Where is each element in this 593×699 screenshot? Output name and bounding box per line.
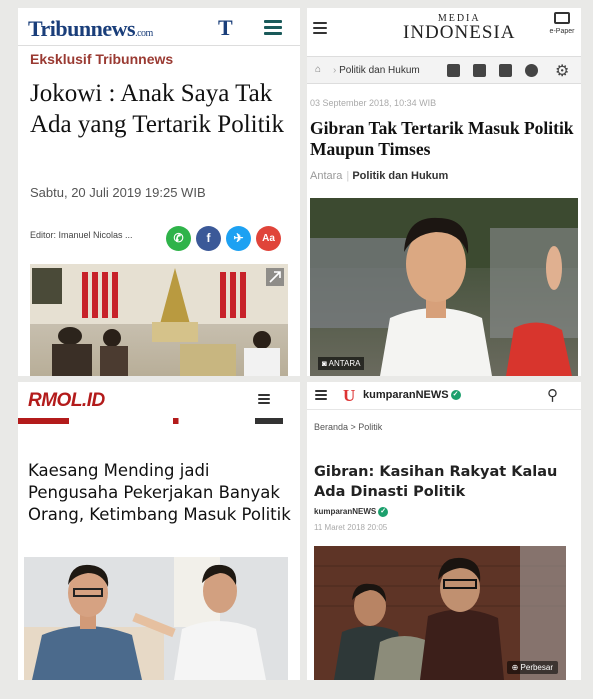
twitter-icon[interactable] [499,64,512,77]
kumparan-logo-icon[interactable]: U [343,386,355,406]
breadcrumb[interactable]: › Politik dan Hukum [333,65,420,76]
verified-icon: ✓ [450,390,461,401]
font-size-icon[interactable]: Aa [256,226,281,251]
category-link[interactable]: Politik dan Hukum [352,170,448,182]
menu-icon[interactable] [264,20,282,35]
menu-icon[interactable] [315,390,327,404]
article-source: Antara | Politik dan Hukum [310,170,449,182]
rmol-logo[interactable]: RMOL.ID [28,390,105,412]
facebook-icon[interactable]: f [196,226,221,251]
messenger-icon[interactable] [473,64,486,77]
epaper-button[interactable]: e-Paper [549,12,575,35]
breadcrumb-bar: ⌂ › Politik dan Hukum ⚙ [307,56,581,84]
rmol-article-panel: RMOL.ID Kaesang Mending jadi Pengusaha P… [18,382,300,680]
settings-icon[interactable]: ⚙ [555,61,569,81]
newspaper-icon [554,12,570,24]
article-author[interactable]: kumparanNEWS ✓ [314,507,389,517]
tribunnews-article-panel: Tribunnews.com T Eksklusif Tribunnews Jo… [18,8,300,376]
tribunnews-logo[interactable]: Tribunnews.com [28,16,153,42]
zoom-icon: ⊕ [511,663,519,672]
camera-icon: ◙ [322,359,327,368]
article-photo[interactable] [30,264,288,376]
tribunnews-header: Tribunnews.com T [18,8,300,46]
enlarge-photo-button[interactable]: ⊕ Perbesar [506,661,558,674]
mediaindonesia-logo[interactable]: MEDIA INDONESIA [403,12,515,42]
menu-icon[interactable] [313,22,327,36]
photo-credit: ◙ ANTARA [318,357,365,370]
kumparan-brand[interactable]: kumparanNEWS ✓ [363,389,461,401]
mediaindonesia-article-panel: MEDIA INDONESIA e-Paper ⌂ › Politik dan … [307,8,581,376]
article-date: Sabtu, 20 Juli 2019 19:25 WIB [30,185,206,200]
search-icon[interactable]: ⚲ [547,386,558,404]
article-photo[interactable] [24,557,288,680]
article-editor: Editor: Imanuel Nicolas ... [30,230,133,240]
article-headline: Jokowi : Anak Saya Tak Ada yang Tertarik… [30,80,284,138]
whatsapp-icon[interactable] [525,64,538,77]
article-date: 03 September 2018, 10:34 WIB [310,98,437,108]
article-headline: Kaesang Mending jadi Pengusaha Pekerjaka… [28,461,291,524]
kumparan-header: U kumparanNEWS ✓ ⚲ [307,382,581,410]
article-photo[interactable]: ◙ ANTARA [310,198,578,376]
twitter-icon[interactable]: ✈ [226,226,251,251]
article-kicker[interactable]: Eksklusif Tribunnews [30,51,173,67]
tribun-t-logo-icon[interactable]: T [218,15,233,41]
whatsapp-icon[interactable]: ✆ [166,226,191,251]
breadcrumb[interactable]: Beranda > Politik [314,422,382,432]
article-date: 11 Maret 2018 20:05 [314,523,388,532]
article-headline: Gibran: Kasihan Rakyat Kalau Ada Dinasti… [314,464,558,500]
article-photo[interactable]: ⊕ Perbesar [314,546,566,680]
kumparan-article-panel: U kumparanNEWS ✓ ⚲ Beranda > Politik Gibr… [307,382,581,680]
ad-strip [18,418,300,424]
verified-icon: ✓ [378,507,389,517]
facebook-icon[interactable] [447,64,460,77]
home-icon[interactable]: ⌂ [315,64,321,75]
article-headline: Gibran Tak Tertarik Masuk Politik Maupun… [310,118,574,159]
menu-icon[interactable] [258,394,270,408]
